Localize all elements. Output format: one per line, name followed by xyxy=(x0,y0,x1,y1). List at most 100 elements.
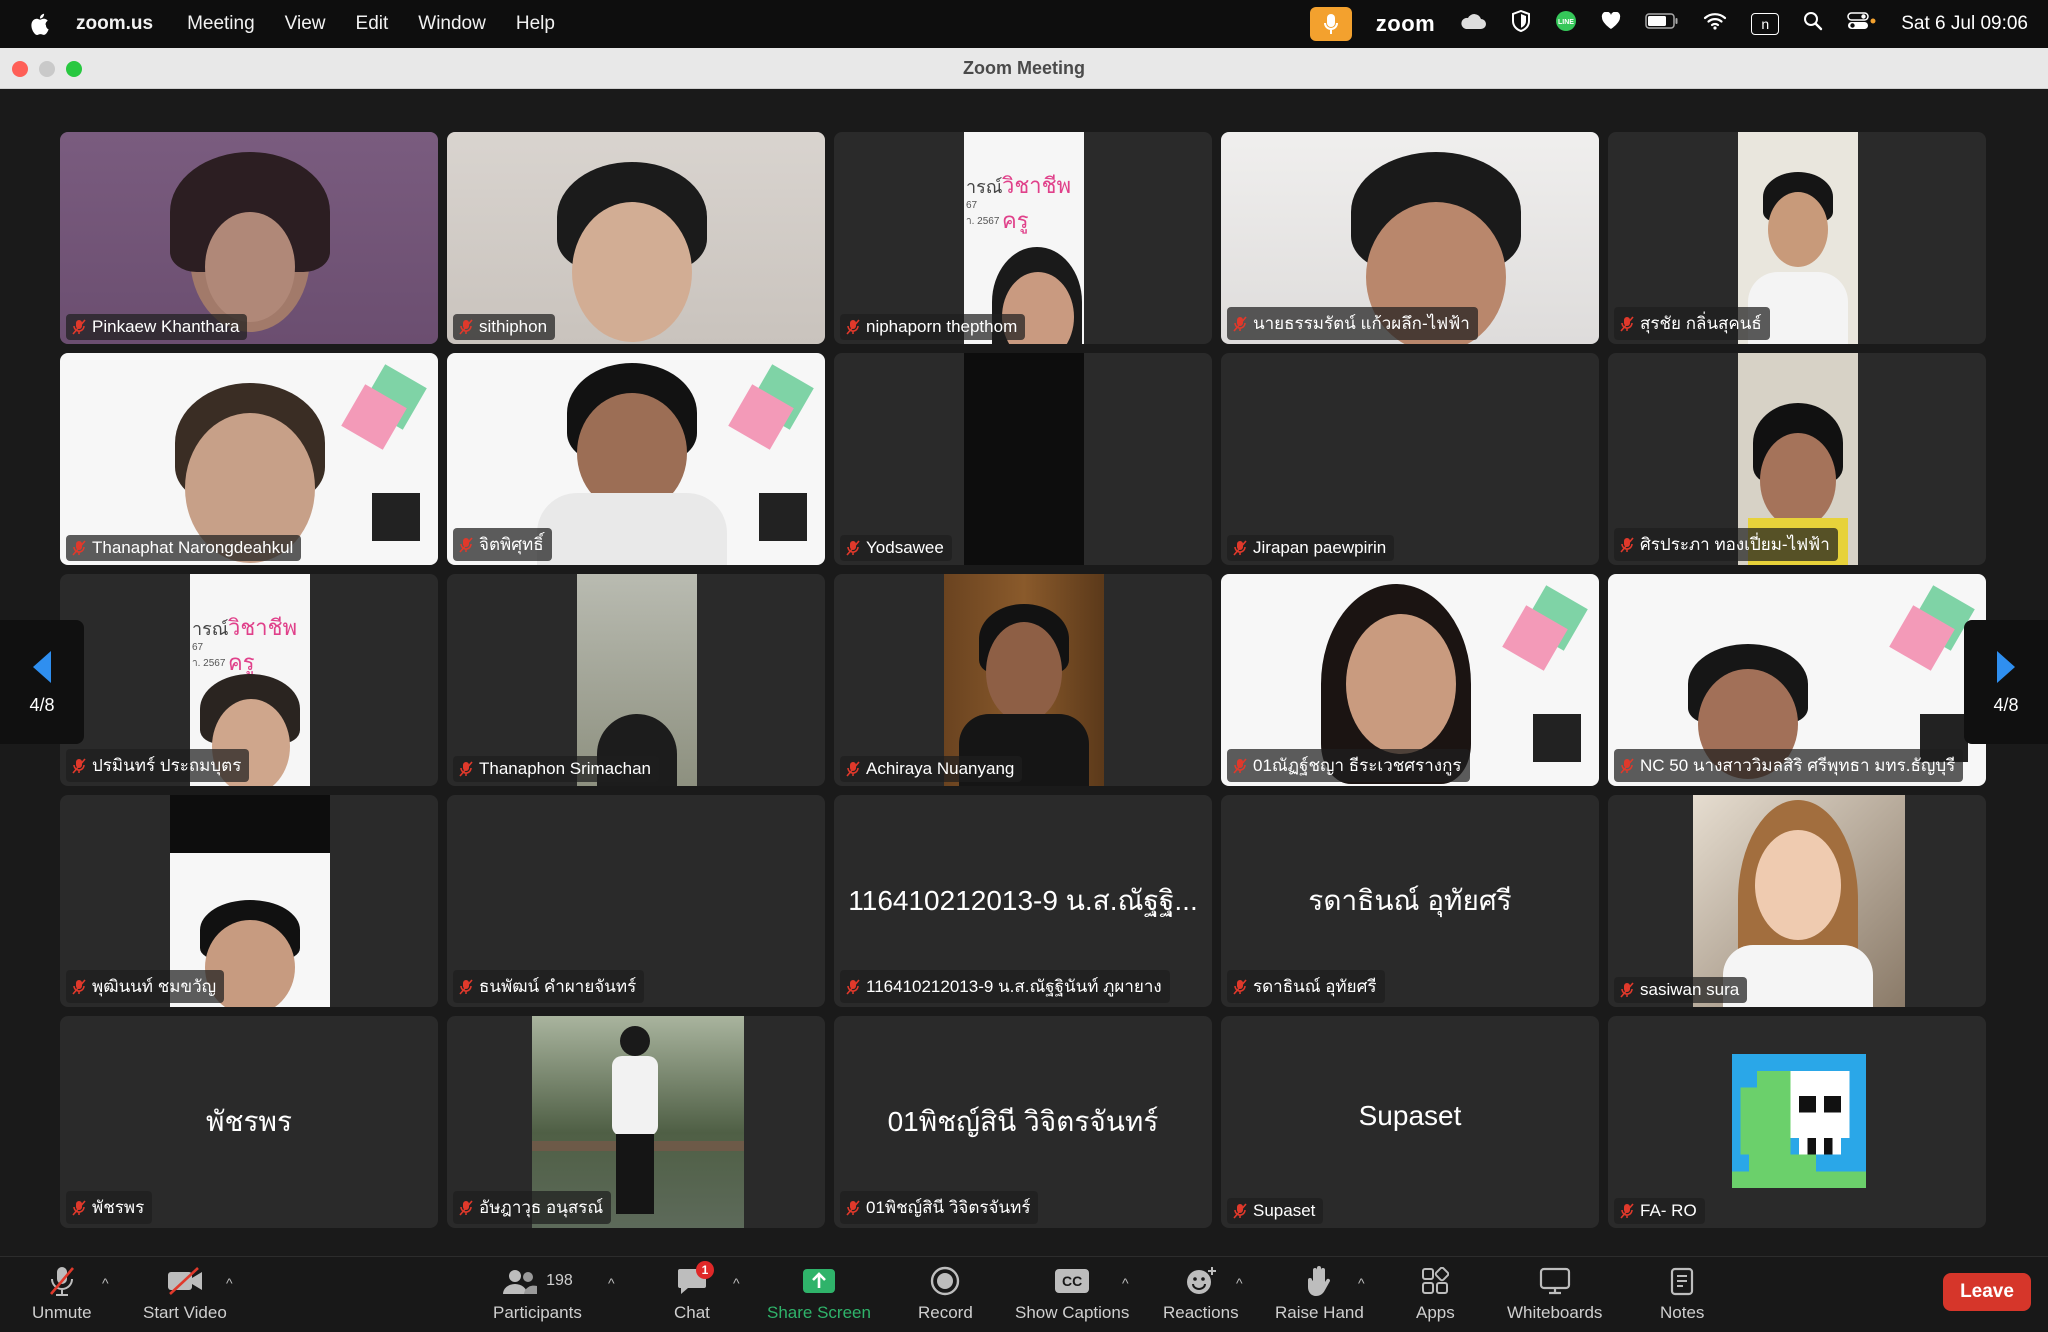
control-center-icon[interactable] xyxy=(1847,11,1877,37)
cloud-icon[interactable] xyxy=(1459,12,1487,36)
participant-tile[interactable]: Thanaphat Narongdeahkul xyxy=(60,353,438,565)
person-face xyxy=(1768,192,1828,267)
participant-name: Supaset xyxy=(1253,1201,1316,1220)
participant-tile[interactable]: NC 50 นางสาววิมลสิริ ศรีพุทธา มทร.ธัญบุร… xyxy=(1608,574,1986,786)
participant-nameplate: นายธรรมรัตน์ แก้วผลึก-ไฟฟ้า xyxy=(1227,307,1478,340)
minimize-window-button[interactable] xyxy=(39,61,55,77)
record-icon xyxy=(930,1265,960,1297)
reactions-button[interactable]: Reactions xyxy=(1163,1265,1239,1323)
raise-hand-options-chevron-up-icon[interactable]: ^ xyxy=(1358,1275,1365,1291)
menu-view[interactable]: View xyxy=(285,13,326,35)
slide-text: 67 xyxy=(966,200,978,211)
shield-icon[interactable] xyxy=(1511,9,1531,38)
participants-options-chevron-up-icon[interactable]: ^ xyxy=(608,1275,615,1291)
participant-tile[interactable]: 01ณัฏฐ์ชญา ธีระเวชศรางกูร xyxy=(1221,574,1599,786)
apps-button[interactable]: Apps xyxy=(1416,1265,1455,1323)
apple-icon[interactable] xyxy=(26,11,52,37)
participant-nameplate: Yodsawee xyxy=(840,535,952,561)
participant-tile[interactable]: Pinkaew Khanthara xyxy=(60,132,438,344)
participant-name: sasiwan sura xyxy=(1640,980,1740,999)
participant-tile[interactable]: Thanaphon Srimachan xyxy=(447,574,825,786)
participant-video xyxy=(60,353,438,565)
whiteboards-button[interactable]: Whiteboards xyxy=(1507,1265,1602,1323)
menubar-clock[interactable]: Sat 6 Jul 09:06 xyxy=(1901,13,2028,35)
input-source-icon[interactable]: n xyxy=(1751,13,1780,35)
captions-options-chevron-up-icon[interactable]: ^ xyxy=(1122,1275,1129,1291)
participant-nameplate: จิตพิศุทธิ์ xyxy=(453,528,552,561)
participant-nameplate: Achiraya Nuanyang xyxy=(840,756,1023,782)
slide-title: วิชาชีพครู xyxy=(1002,173,1072,233)
previous-page-button[interactable]: 4/8 xyxy=(0,620,84,744)
chat-options-chevron-up-icon[interactable]: ^ xyxy=(733,1275,740,1291)
closed-captions-icon: CC xyxy=(1055,1265,1090,1297)
chat-label: Chat xyxy=(674,1303,710,1322)
wifi-icon[interactable] xyxy=(1703,12,1727,36)
menu-app-name[interactable]: zoom.us xyxy=(76,13,153,35)
participant-tile[interactable]: อัษฎาวุธ อนุสรณ์ xyxy=(447,1016,825,1228)
participant-avatar xyxy=(1732,1054,1866,1188)
participant-tile[interactable]: FA- RO xyxy=(1608,1016,1986,1228)
start-video-button[interactable]: Start Video xyxy=(143,1265,227,1323)
participant-tile[interactable]: ศิรประภา ทองเปี่ยม-ไฟฟ้า xyxy=(1608,353,1986,565)
page-indicator: 4/8 xyxy=(29,694,55,715)
heart-icon[interactable] xyxy=(1601,11,1621,36)
participants-button[interactable]: 198 Participants xyxy=(493,1265,582,1323)
raise-hand-label: Raise Hand xyxy=(1275,1303,1364,1322)
raise-hand-button[interactable]: Raise Hand xyxy=(1275,1265,1364,1323)
line-app-icon[interactable]: LINE xyxy=(1555,10,1577,38)
participant-name: 01พิชญ์สินี วิจิตรจันทร์ xyxy=(866,1198,1031,1217)
muted-mic-icon xyxy=(846,540,860,556)
participant-name: niphaporn thepthom xyxy=(866,317,1018,336)
mic-active-icon[interactable] xyxy=(1309,7,1352,41)
battery-icon[interactable] xyxy=(1645,13,1679,35)
spotlight-search-icon[interactable] xyxy=(1803,11,1823,37)
unmute-button[interactable]: Unmute xyxy=(32,1265,92,1323)
share-screen-button[interactable]: Share Screen xyxy=(767,1265,871,1323)
participant-tile[interactable]: รดาธินณ์ อุทัยศรี รดาธินณ์ อุทัยศรี xyxy=(1221,795,1599,1007)
participant-name: 01ณัฏฐ์ชญา ธีระเวชศรางกูร xyxy=(1253,756,1462,775)
person-face xyxy=(1346,614,1456,754)
audio-options-chevron-up-icon[interactable]: ^ xyxy=(102,1275,109,1291)
chat-bubble-icon: 1 xyxy=(676,1261,714,1297)
reactions-options-chevron-up-icon[interactable]: ^ xyxy=(1236,1275,1243,1291)
participant-tile[interactable]: Jirapan paewpirin xyxy=(1221,353,1599,565)
chat-button[interactable]: 1 Chat xyxy=(674,1261,714,1323)
participant-tile[interactable]: ารณ์ วิชาชีพครู 67 า. 2567 niphaporn the… xyxy=(834,132,1212,344)
video-options-chevron-up-icon[interactable]: ^ xyxy=(226,1275,233,1291)
participant-tile[interactable]: พุฒินนท์ ชมขวัญ xyxy=(60,795,438,1007)
menu-meeting[interactable]: Meeting xyxy=(187,13,255,35)
menu-window[interactable]: Window xyxy=(418,13,486,35)
menu-edit[interactable]: Edit xyxy=(356,13,389,35)
person-face xyxy=(1755,830,1841,940)
participant-tile[interactable]: จิตพิศุทธิ์ xyxy=(447,353,825,565)
close-window-button[interactable] xyxy=(12,61,28,77)
participant-nameplate: สุรชัย กลิ่นสุคนธ์ xyxy=(1614,307,1770,340)
gallery-view: Pinkaew Khanthara sithiphon ารณ์ วิชาชีพ… xyxy=(0,89,2048,1255)
muted-mic-icon xyxy=(72,1199,86,1216)
participant-video xyxy=(60,132,438,344)
participant-tile[interactable]: ารณ์ วิชาชีพครู 67 า. 2567 ปรมินทร์ ประถ… xyxy=(60,574,438,786)
record-button[interactable]: Record xyxy=(918,1265,973,1323)
participant-tile[interactable]: นายธรรมรัตน์ แก้วผลึก-ไฟฟ้า xyxy=(1221,132,1599,344)
leave-meeting-button[interactable]: Leave xyxy=(1943,1273,2031,1311)
show-captions-button[interactable]: CC Show Captions xyxy=(1015,1265,1129,1323)
participant-tile[interactable]: Supaset Supaset xyxy=(1221,1016,1599,1228)
zoom-window-button[interactable] xyxy=(66,61,82,77)
participant-tile[interactable]: ธนพัฒน์ คำผายจันทร์ xyxy=(447,795,825,1007)
participant-tile[interactable]: Yodsawee xyxy=(834,353,1212,565)
participant-tile[interactable]: 01พิชญ์สินี วิจิตรจันทร์ 01พิชญ์สินี วิจ… xyxy=(834,1016,1212,1228)
menu-help[interactable]: Help xyxy=(516,13,555,35)
participant-tile[interactable]: 116410212013-9 น.ส.ณัฐฐิ... 116410212013… xyxy=(834,795,1212,1007)
muted-microphone-icon xyxy=(47,1265,77,1297)
zoom-menubar-label[interactable]: zoom xyxy=(1376,11,1435,37)
participant-tile[interactable]: พัชรพร พัชรพร xyxy=(60,1016,438,1228)
participant-tile[interactable]: sasiwan sura xyxy=(1608,795,1986,1007)
muted-mic-icon xyxy=(459,319,473,335)
participant-tile[interactable]: สุรชัย กลิ่นสุคนธ์ xyxy=(1608,132,1986,344)
notes-button[interactable]: Notes xyxy=(1660,1265,1704,1323)
next-page-button[interactable]: 4/8 xyxy=(1964,620,2048,744)
participant-tile[interactable]: Achiraya Nuanyang xyxy=(834,574,1212,786)
window-title: Zoom Meeting xyxy=(963,57,1085,78)
whiteboards-label: Whiteboards xyxy=(1507,1303,1603,1322)
participant-tile[interactable]: sithiphon xyxy=(447,132,825,344)
